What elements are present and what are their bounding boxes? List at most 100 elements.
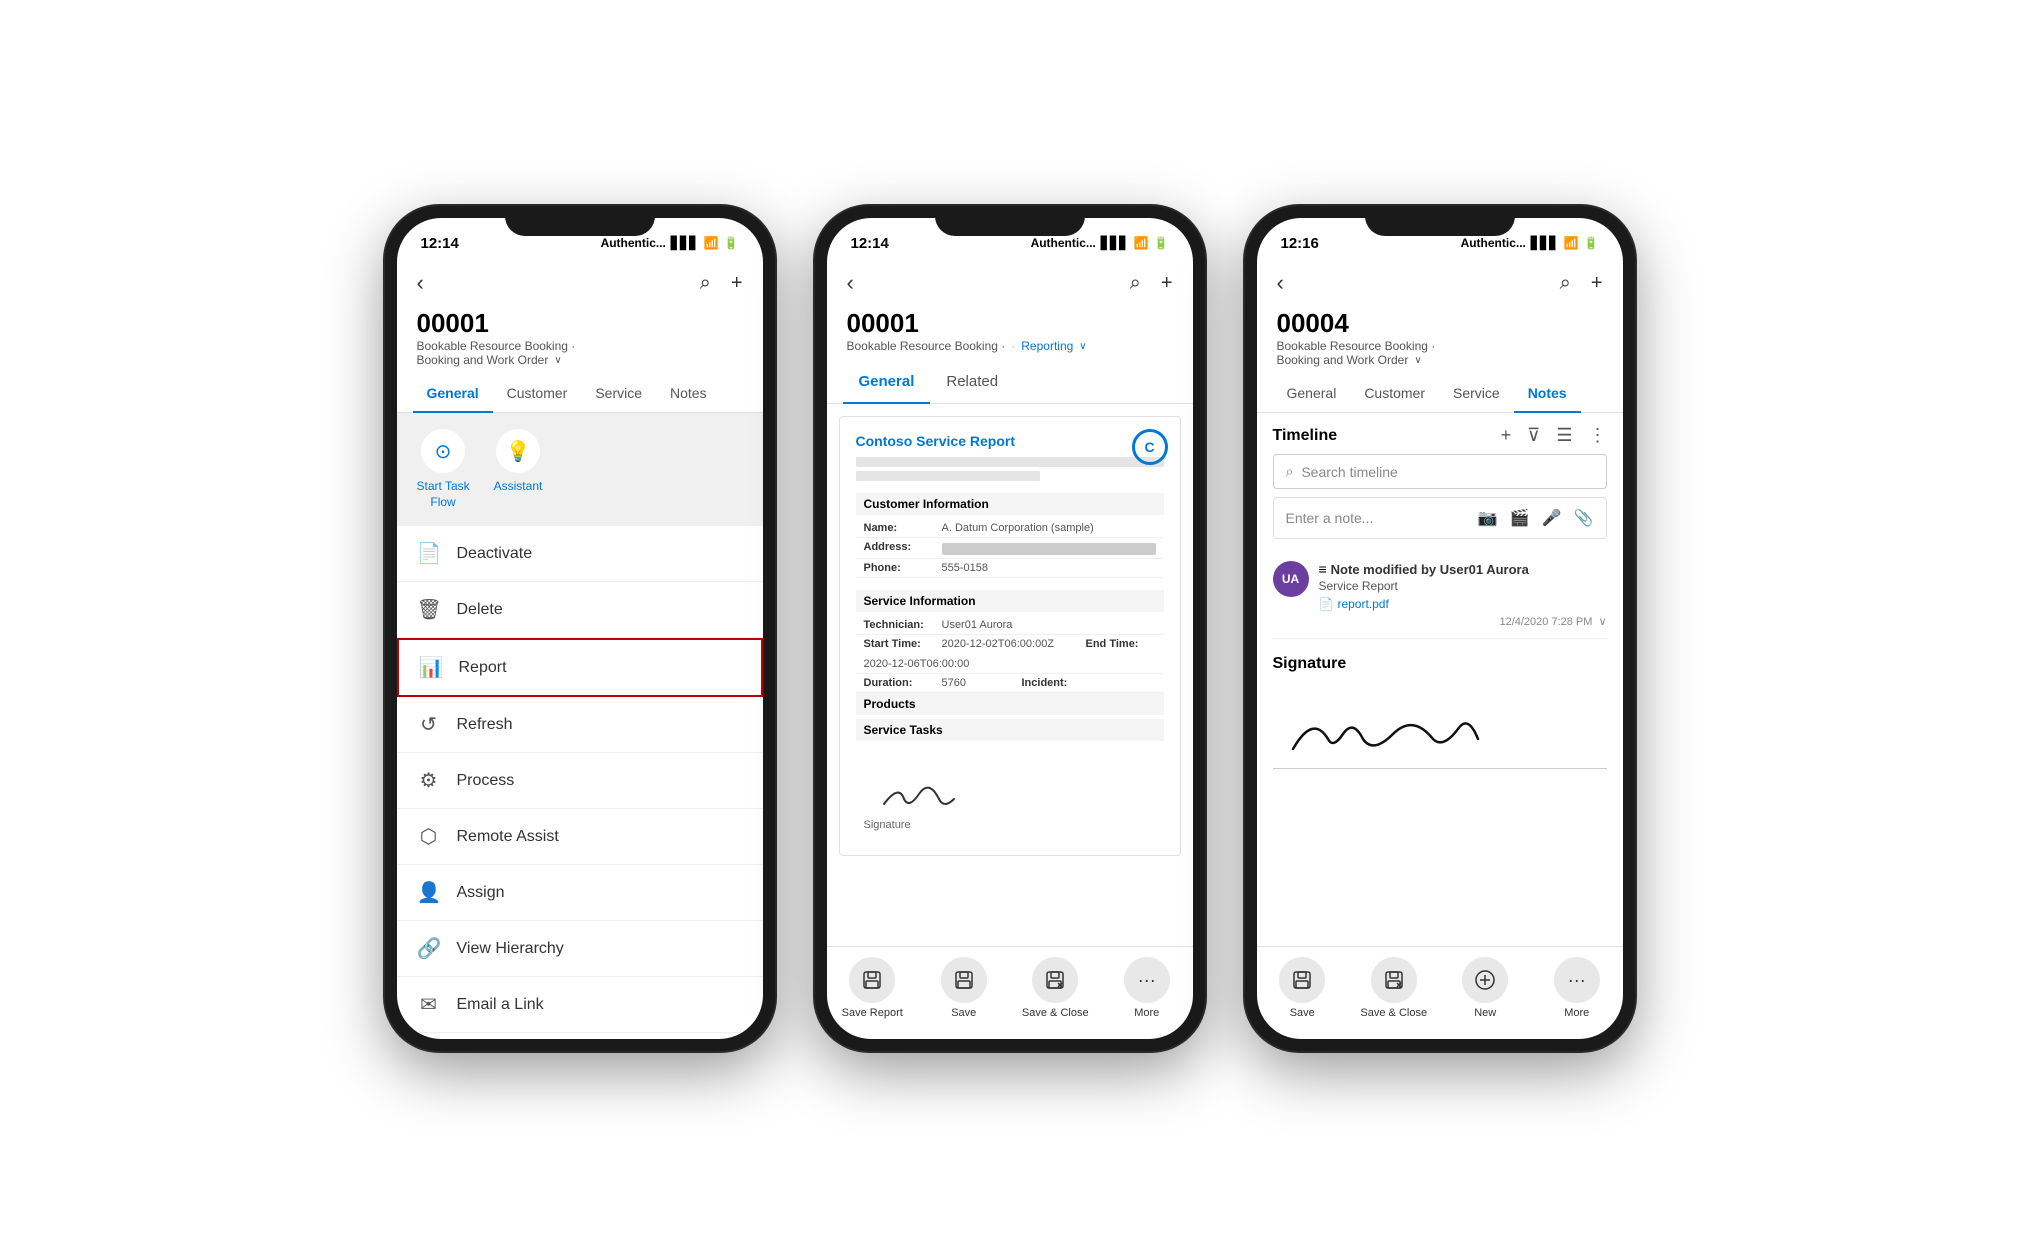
signature-caption: Signature [864, 819, 911, 831]
reporting-label[interactable]: Reporting [1021, 339, 1073, 353]
timeline-add-icon[interactable]: + [1501, 425, 1512, 446]
email-link-item[interactable]: ✉ Email a Link [397, 977, 763, 1033]
tab-customer-p1[interactable]: Customer [493, 375, 582, 413]
report-blur-2 [856, 471, 1041, 481]
note-attachment-link[interactable]: 📄 report.pdf [1319, 597, 1607, 611]
note-expand-icon[interactable]: ∨ [1598, 615, 1606, 628]
save-report-button[interactable]: Save Report [827, 957, 919, 1019]
video-icon[interactable]: 🎬 [1510, 508, 1530, 528]
assign-icon: 👤 [417, 880, 441, 905]
deactivate-item[interactable]: 📄 Deactivate [397, 526, 763, 582]
note-header-line: ≡ Note modified by User01 Aurora [1319, 561, 1607, 577]
phone1-subtitle2: Booking and Work Order [417, 353, 549, 367]
assistant-button[interactable]: 💡 Assistant [494, 429, 543, 510]
phone3-search-icon[interactable]: ⌕ [1560, 272, 1571, 295]
timeline-filter-icon[interactable]: ⊽ [1527, 425, 1540, 446]
phone2-inner: 12:14 Authentic... ▋▋▋ 📶 🔋 ‹ ⌕ + [827, 218, 1193, 1039]
start-task-flow-button[interactable]: ⊙ Start TaskFlow [417, 429, 470, 510]
customer-phone-field: Phone: 555-0158 [856, 559, 1164, 578]
tab-customer-p3[interactable]: Customer [1350, 375, 1439, 413]
note-timestamp: 12/4/2020 7:28 PM [1499, 616, 1592, 628]
reporting-chevron-icon[interactable]: ∨ [1079, 341, 1086, 352]
more-button-p2[interactable]: ··· More [1101, 957, 1193, 1019]
phone2-nav-actions: ⌕ + [1130, 272, 1173, 295]
search-timeline-icon: ⌕ [1286, 463, 1294, 480]
save-button-p3[interactable]: Save [1257, 957, 1349, 1019]
phone-label: Phone: [864, 562, 934, 574]
flow-item[interactable]: » Flow [397, 1033, 763, 1039]
save-close-label-p3: Save & Close [1360, 1007, 1427, 1019]
more-label-p2: More [1134, 1007, 1159, 1019]
tab-related-p2[interactable]: Related [930, 361, 1014, 404]
customer-name-field: Name: A. Datum Corporation (sample) [856, 519, 1164, 538]
phone3-toolbar: Save Save & Close New [1257, 946, 1623, 1039]
phone3-record-id: 00004 [1277, 308, 1603, 339]
phone2-back-button[interactable]: ‹ [847, 270, 854, 296]
technician-field: Technician: User01 Aurora [856, 616, 1164, 635]
phone3-dropdown-icon[interactable]: ∨ [1414, 355, 1421, 366]
report-signature-area: Signature [856, 761, 1164, 839]
phone2-add-icon[interactable]: + [1161, 272, 1173, 295]
timeline-sort-icon[interactable]: ☰ [1556, 425, 1572, 446]
new-button-p3[interactable]: New [1440, 957, 1532, 1019]
assistant-icon: 💡 [496, 429, 540, 473]
assign-item[interactable]: 👤 Assign [397, 865, 763, 921]
phone1-search-icon[interactable]: ⌕ [700, 272, 711, 295]
phone2-search-icon[interactable]: ⌕ [1130, 272, 1141, 295]
phone1-dropdown-icon[interactable]: ∨ [554, 355, 561, 366]
note-item: UA ≡ Note modified by User01 Aurora Serv… [1273, 551, 1607, 639]
more-label-p3: More [1564, 1007, 1589, 1019]
phone3-battery-icon: 🔋 [1584, 236, 1599, 250]
customer-address-field: Address: [856, 538, 1164, 559]
phone3-carrier: Authentic... [1461, 236, 1526, 250]
remote-assist-icon: ⬡ [417, 824, 441, 849]
tab-notes-p1[interactable]: Notes [656, 375, 721, 413]
phone1-back-button[interactable]: ‹ [417, 270, 424, 296]
phone1-record-header: 00001 Bookable Resource Booking · Bookin… [397, 304, 763, 375]
attach-icon[interactable]: 📎 [1574, 508, 1594, 528]
phone3-back-button[interactable]: ‹ [1277, 270, 1284, 296]
report-item[interactable]: 📊 Report [397, 638, 763, 697]
tab-general-p1[interactable]: General [413, 375, 493, 413]
phone1-add-icon[interactable]: + [731, 272, 743, 295]
tab-service-p1[interactable]: Service [581, 375, 656, 413]
save-button-p2[interactable]: Save [918, 957, 1010, 1019]
start-task-flow-label: Start TaskFlow [417, 479, 470, 510]
signature-drawing [1273, 694, 1493, 764]
save-close-icon-p2 [1032, 957, 1078, 1003]
assign-label: Assign [457, 884, 505, 902]
refresh-item[interactable]: ↺ Refresh [397, 697, 763, 753]
process-item[interactable]: ⚙ Process [397, 753, 763, 809]
mic-icon[interactable]: 🎤 [1542, 508, 1562, 528]
tab-general-p3[interactable]: General [1273, 375, 1351, 413]
phone3-add-icon[interactable]: + [1591, 272, 1603, 295]
report-logo: C [1132, 429, 1168, 465]
service-info-section: Service Information Technician: User01 A… [856, 590, 1164, 741]
end-time-label: End Time: [1086, 638, 1156, 650]
save-close-button-p2[interactable]: Save & Close [1010, 957, 1102, 1019]
phone1-breadcrumb: Bookable Resource Booking · [417, 339, 743, 353]
tab-general-p2[interactable]: General [843, 361, 931, 404]
phone1-status-icons: Authentic... ▋▋▋ 📶 🔋 [601, 236, 739, 250]
save-close-button-p3[interactable]: Save & Close [1348, 957, 1440, 1019]
phone1-breadcrumb2: Booking and Work Order ∨ [417, 353, 743, 367]
view-hierarchy-item[interactable]: 🔗 View Hierarchy [397, 921, 763, 977]
note-input-area[interactable]: Enter a note... 📷 🎬 🎤 📎 [1273, 497, 1607, 539]
delete-item[interactable]: 🗑 Delete [397, 582, 763, 638]
tab-service-p3[interactable]: Service [1439, 375, 1514, 413]
note-title: Note modified by User01 Aurora [1331, 562, 1529, 577]
search-timeline-input[interactable]: ⌕ Search timeline [1273, 454, 1607, 489]
remote-assist-item[interactable]: ⬡ Remote Assist [397, 809, 763, 865]
timeline-more-icon[interactable]: ⋮ [1589, 425, 1607, 446]
more-button-p3[interactable]: ··· More [1531, 957, 1623, 1019]
technician-label: Technician: [864, 619, 934, 631]
phone3-wifi-icon: 📶 [1564, 236, 1579, 250]
phone2-wifi-icon: 📶 [1134, 236, 1149, 250]
more-icon-p3: ··· [1554, 957, 1600, 1003]
view-hierarchy-icon: 🔗 [417, 936, 441, 961]
camera-icon[interactable]: 📷 [1478, 508, 1498, 528]
tab-notes-p3[interactable]: Notes [1514, 375, 1581, 413]
phone3-nav-bar: ‹ ⌕ + [1257, 262, 1623, 304]
duration-label: Duration: [864, 677, 934, 689]
save-close-label-p2: Save & Close [1022, 1007, 1089, 1019]
